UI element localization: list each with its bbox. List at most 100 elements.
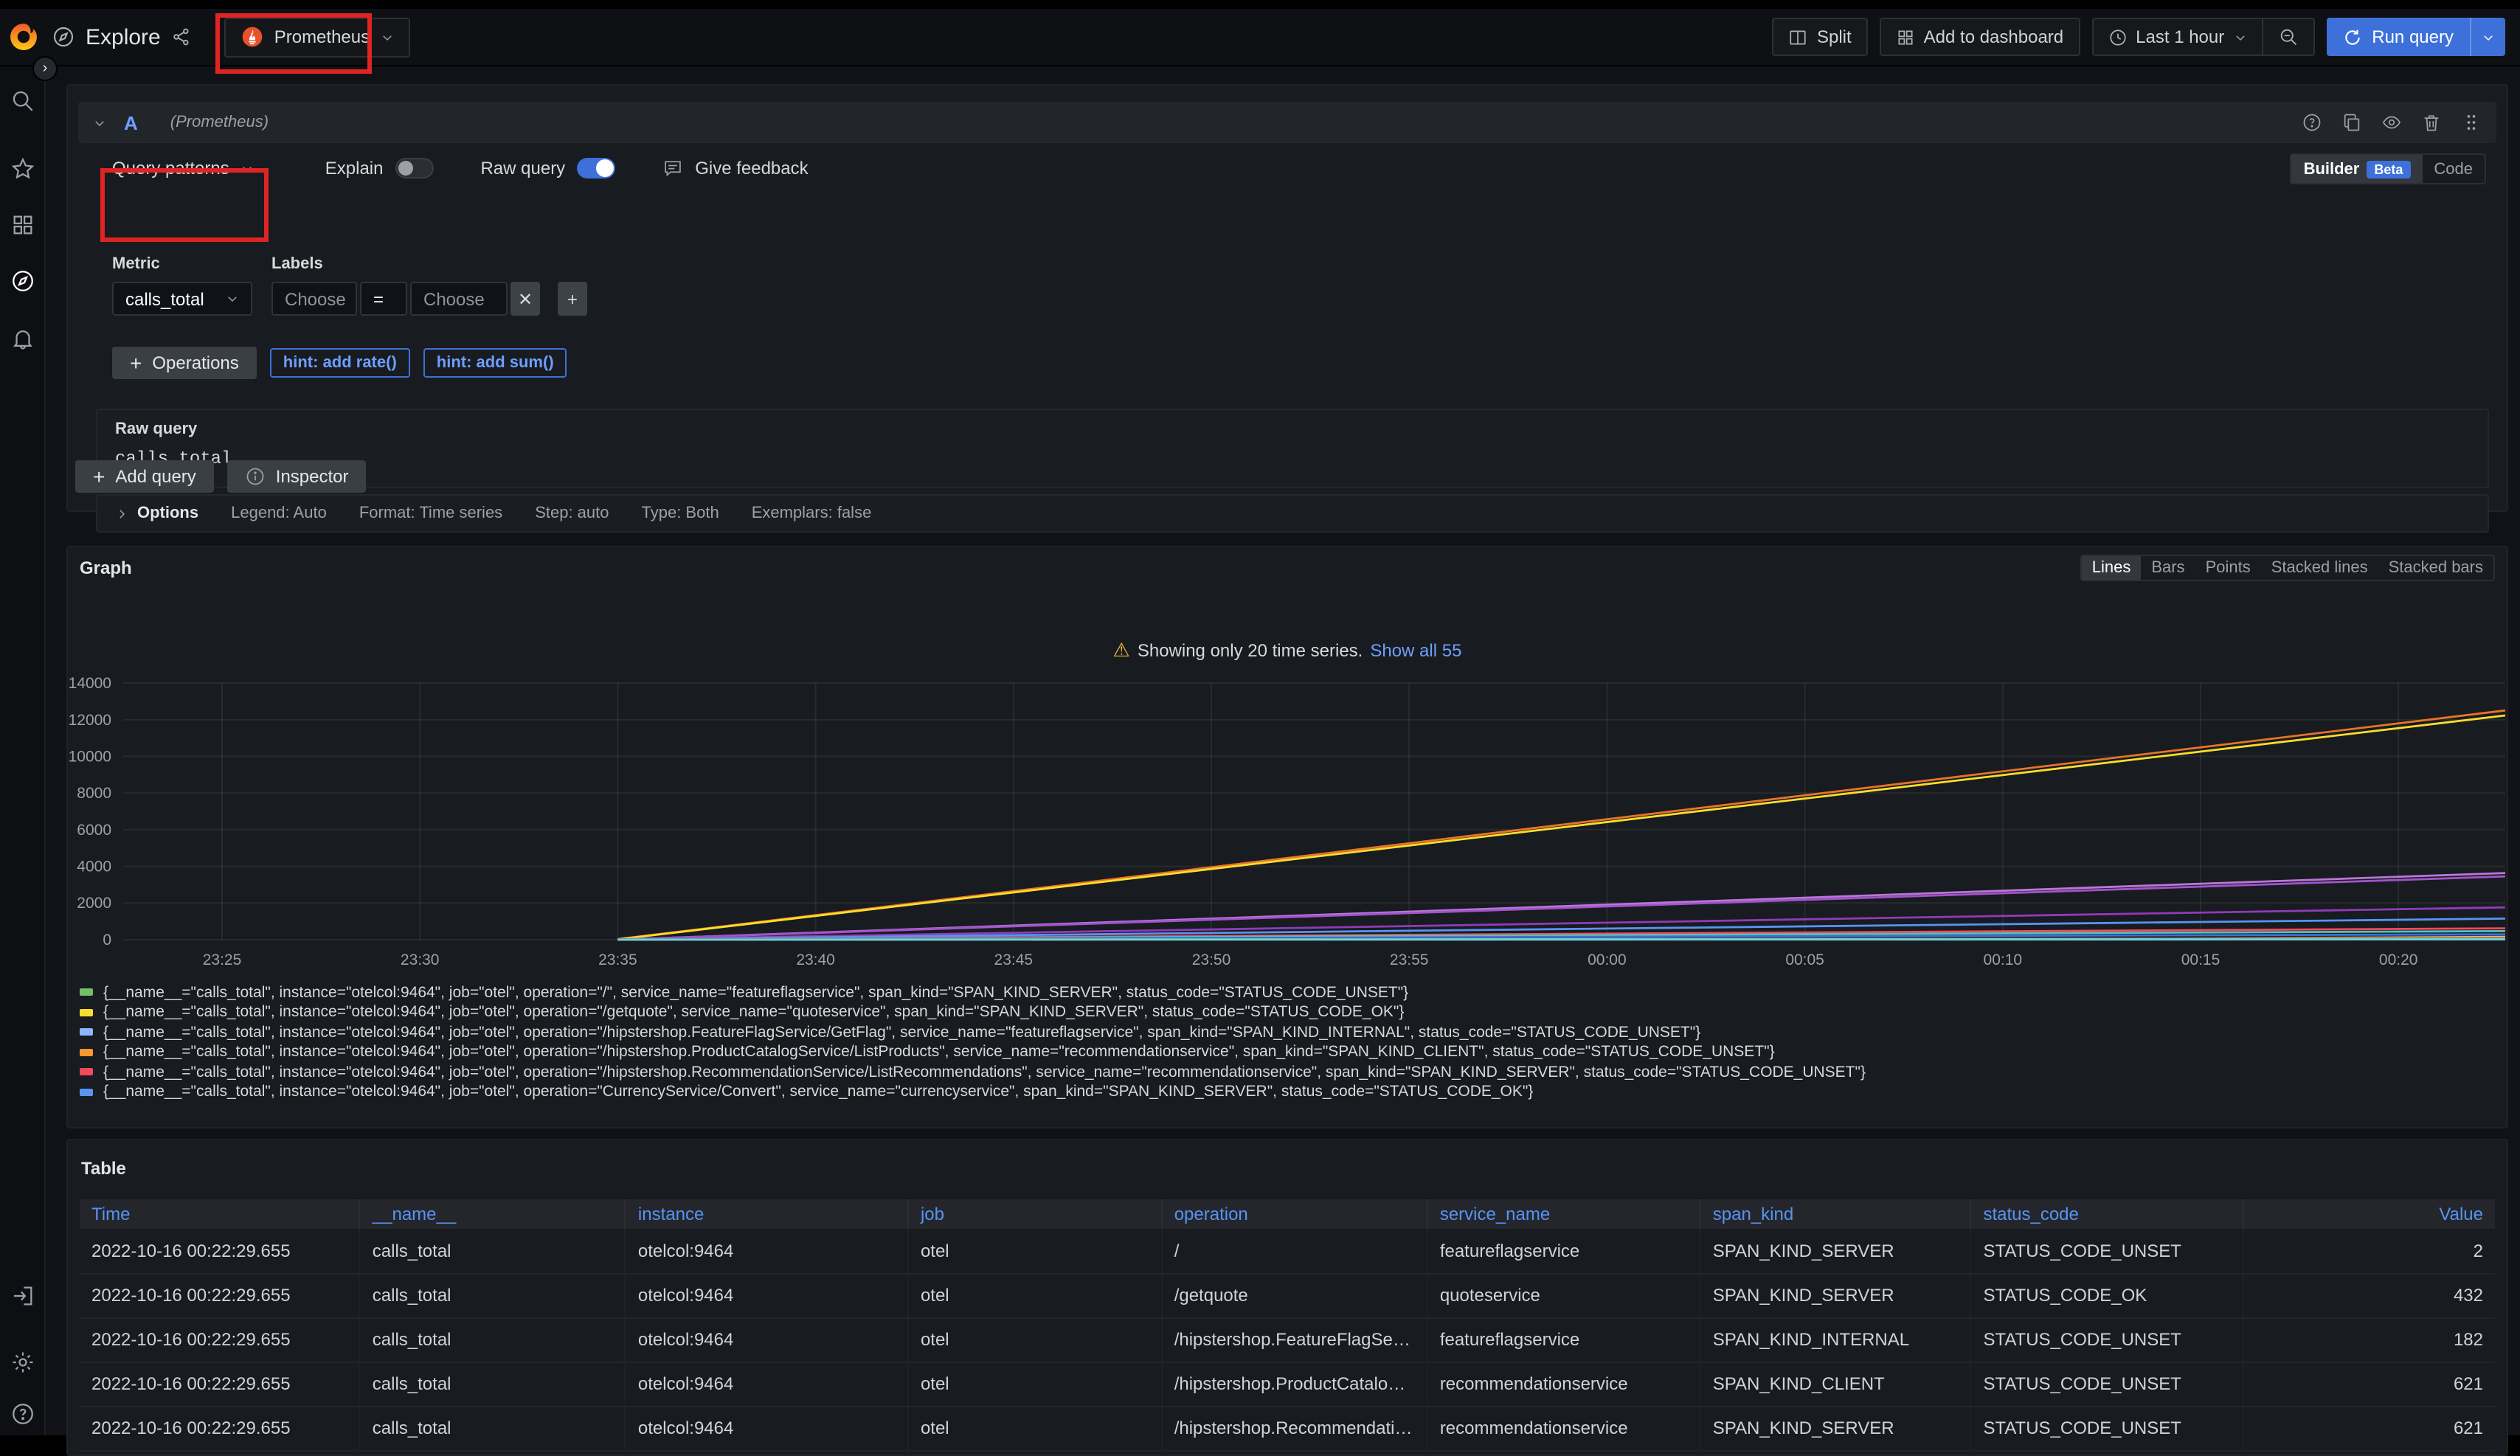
give-feedback-label: Give feedback — [695, 158, 808, 178]
collapse-chevron-icon[interactable] — [93, 116, 106, 129]
legend-item[interactable]: {__name__="calls_total", instance="otelc… — [80, 1062, 1866, 1082]
explore-icon[interactable] — [10, 268, 35, 294]
graph-mode-stacked-lines[interactable]: Stacked lines — [2261, 556, 2378, 580]
hint-add-sum-button[interactable]: hint: add sum() — [423, 348, 567, 378]
inspector-label: Inspector — [276, 466, 349, 487]
label-key-placeholder: Choose — [285, 288, 346, 309]
options-expander[interactable]: Options — [115, 505, 198, 522]
table-cell: otel — [908, 1317, 1162, 1362]
show-all-series-link[interactable]: Show all 55 — [1370, 640, 1461, 661]
svg-text:8000: 8000 — [77, 785, 111, 802]
svg-text:00:20: 00:20 — [2379, 951, 2418, 968]
table-panel-title: Table — [81, 1158, 2495, 1179]
remove-label-filter-button[interactable]: ✕ — [510, 282, 540, 316]
table-cell: quoteservice — [1427, 1273, 1700, 1317]
time-range-picker[interactable]: Last 1 hour — [2093, 19, 2261, 55]
timeseries-chart[interactable]: 23:2523:3023:3523:4023:4523:5023:5500:00… — [68, 676, 2508, 978]
legend-item[interactable]: {__name__="calls_total", instance="otelc… — [80, 1002, 1866, 1022]
sidebar-expand-button[interactable]: › — [32, 56, 58, 81]
legend-color-swatch — [80, 989, 93, 996]
graph-mode-stacked-bars[interactable]: Stacked bars — [2378, 556, 2493, 580]
explain-toggle[interactable] — [395, 158, 433, 178]
zoom-out-button[interactable] — [2261, 19, 2313, 55]
label-operator-select[interactable]: = — [360, 282, 407, 316]
hint-add-rate-button[interactable]: hint: add rate() — [270, 348, 410, 378]
graph-mode-points[interactable]: Points — [2195, 556, 2261, 580]
raw-query-toggle-wrap: Raw query — [480, 158, 615, 178]
starred-icon[interactable] — [10, 156, 35, 181]
add-to-dashboard-button[interactable]: Add to dashboard — [1880, 18, 2080, 56]
table-column-header[interactable]: Time — [80, 1199, 360, 1229]
svg-text:23:45: 23:45 — [994, 951, 1034, 968]
code-mode-tab[interactable]: Code — [2422, 155, 2485, 183]
warning-text: Showing only 20 time series. — [1138, 640, 1363, 661]
table-column-header[interactable]: service_name — [1427, 1199, 1700, 1229]
operations-button[interactable]: + Operations — [112, 347, 257, 379]
settings-gear-icon[interactable] — [10, 1350, 35, 1375]
table-column-header[interactable]: __name__ — [360, 1199, 626, 1229]
remove-query-trash-icon[interactable] — [2421, 112, 2442, 133]
label-value-select[interactable]: Choose — [410, 282, 508, 316]
query-row-header[interactable]: A (Prometheus) — [78, 102, 2496, 143]
label-key-select[interactable]: Choose — [271, 282, 357, 316]
table-column-header[interactable]: job — [908, 1199, 1162, 1229]
table-column-header[interactable]: operation — [1162, 1199, 1427, 1229]
options-collapse-row[interactable]: Options Legend: Auto Format: Time series… — [96, 494, 2489, 533]
clock-icon — [2108, 27, 2127, 46]
legend-item[interactable]: {__name__="calls_total", instance="otelc… — [80, 1082, 1866, 1102]
table-column-header[interactable]: span_kind — [1700, 1199, 1971, 1229]
hide-response-eye-icon[interactable] — [2381, 112, 2402, 133]
warning-icon: ⚠ — [1113, 639, 1130, 662]
svg-text:00:15: 00:15 — [2181, 951, 2220, 968]
split-button[interactable]: Split — [1773, 18, 1868, 56]
option-legend: Legend: Auto — [231, 505, 327, 522]
inspector-button[interactable]: Inspector — [227, 460, 367, 493]
legend-item[interactable]: {__name__="calls_total", instance="otelc… — [80, 982, 1866, 1002]
legend-item[interactable]: {__name__="calls_total", instance="otelc… — [80, 1042, 1866, 1062]
run-query-dropdown[interactable] — [2470, 18, 2505, 56]
table-column-header[interactable]: Value — [2243, 1199, 2495, 1229]
help-icon[interactable] — [10, 1401, 35, 1426]
give-feedback-button[interactable]: Give feedback — [662, 158, 808, 178]
share-icon[interactable] — [171, 27, 192, 47]
dashboards-icon[interactable] — [10, 212, 35, 238]
table-cell: 182 — [2243, 1317, 2495, 1362]
table-cell: /hipstershop.ProductCatalogS... — [1162, 1362, 1427, 1406]
legend-item[interactable]: {__name__="calls_total", instance="otelc… — [80, 1022, 1866, 1042]
chevron-down-icon — [2233, 30, 2246, 44]
add-query-button[interactable]: + Add query — [75, 460, 214, 493]
table-cell: otelcol:9464 — [626, 1273, 908, 1317]
query-footer-buttons: + Add query Inspector — [75, 460, 367, 493]
table-cell: otelcol:9464 — [626, 1229, 908, 1273]
query-help-icon[interactable] — [2302, 112, 2322, 133]
top-black-strip — [0, 0, 2520, 9]
legend-label: {__name__="calls_total", instance="otelc… — [103, 1084, 1533, 1101]
code-label: Code — [2434, 160, 2473, 178]
datasource-picker[interactable]: Prometheus — [224, 17, 409, 57]
table-cell: calls_total — [360, 1406, 626, 1450]
builder-mode-tab[interactable]: Builder Beta — [2292, 155, 2423, 183]
graph-mode-bars[interactable]: Bars — [2141, 556, 2195, 580]
run-query-main[interactable]: Run query — [2326, 18, 2470, 56]
chevron-down-icon — [226, 292, 239, 305]
table-column-header[interactable]: instance — [626, 1199, 908, 1229]
svg-text:12000: 12000 — [69, 712, 111, 729]
metric-select[interactable]: calls_total — [112, 282, 252, 316]
query-patterns-dropdown[interactable]: Query patterns — [112, 158, 255, 178]
table-cell: otel — [908, 1362, 1162, 1406]
add-label-filter-button[interactable]: + — [558, 282, 587, 316]
graph-mode-lines[interactable]: Lines — [2082, 556, 2142, 580]
query-datasource-hint: (Prometheus) — [170, 114, 269, 131]
table-column-header[interactable]: status_code — [1970, 1199, 2243, 1229]
refresh-icon — [2342, 27, 2361, 46]
alerting-bell-icon[interactable] — [10, 326, 35, 351]
duplicate-query-icon[interactable] — [2341, 112, 2362, 133]
page-title: Explore — [86, 24, 161, 49]
raw-query-toggle[interactable] — [577, 158, 615, 178]
table-cell: 2022-10-16 00:22:29.655 — [80, 1317, 360, 1362]
sign-in-icon[interactable] — [10, 1283, 35, 1308]
search-icon[interactable] — [10, 89, 35, 114]
table-cell: /getquote — [1162, 1273, 1427, 1317]
drag-handle-icon[interactable] — [2461, 112, 2482, 133]
table-cell: STATUS_CODE_OK — [1970, 1273, 2243, 1317]
